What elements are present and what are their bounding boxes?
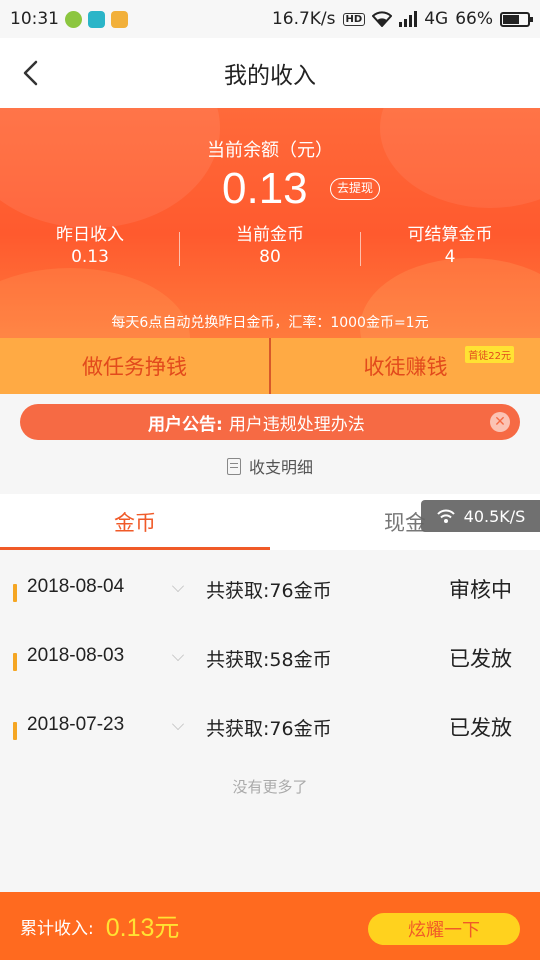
list-item[interactable]: 2018-08-04 共获取:76金币 审核中 (0, 554, 540, 623)
record-amount: 共获取:76金币 (206, 580, 332, 602)
record-marker (13, 722, 17, 740)
announcement-text: 用户违规处理办法 (228, 414, 365, 435)
do-tasks-label: 做任务挣钱 (82, 355, 187, 379)
stat-yesterday-income: 昨日收入 0.13 (0, 220, 180, 267)
record-amount: 共获取:58金币 (206, 649, 332, 671)
battery-fill (503, 14, 519, 24)
record-marker (13, 584, 17, 602)
notification-qr-icon (88, 10, 105, 28)
speed-value: 40.5K/S (463, 506, 526, 526)
record-date: 2018-08-04 (27, 576, 125, 597)
list-item[interactable]: 2018-08-03 共获取:58金币 已发放 (0, 623, 540, 692)
show-off-button[interactable]: 炫耀一下 (368, 913, 520, 945)
back-arrow-icon[interactable] (20, 60, 42, 86)
record-amount: 共获取:76金币 (206, 718, 332, 740)
stat-label: 当前金币 (236, 225, 304, 245)
record-marker (13, 653, 17, 671)
tab-coins[interactable]: 金币 (0, 494, 270, 550)
notification-app-icon (65, 10, 82, 28)
hd-icon: HD (342, 12, 366, 26)
status-left: 10:31 (10, 9, 128, 29)
no-more-text: 没有更多了 (232, 778, 308, 796)
record-status: 审核中 (449, 578, 512, 602)
signal-icon (399, 11, 418, 27)
wifi-icon (436, 509, 455, 523)
detail-link-label: 收支明细 (248, 458, 313, 477)
title-bar: 我的收入 (0, 38, 540, 108)
record-status: 已发放 (449, 716, 512, 740)
announcement-label: 用户公告: (148, 414, 223, 435)
balance-hero: 当前余额（元） 0.13 去提现 昨日收入 0.13 当前金币 80 可结算金币… (0, 108, 540, 338)
tab-label: 金币 (114, 511, 156, 535)
do-tasks-button[interactable]: 做任务挣钱 (0, 338, 269, 394)
record-date: 2018-08-03 (27, 645, 125, 666)
chevron-down-icon[interactable] (172, 718, 184, 730)
stat-label: 可结算金币 (407, 225, 493, 245)
tab-label: 现金 (384, 511, 426, 535)
tab-underline (0, 547, 270, 550)
stat-current-coins: 当前金币 80 (180, 220, 360, 267)
exchange-note: 每天6点自动兑换昨日金币，汇率：1000金币=1元 (111, 315, 429, 331)
network-type: 4G (424, 9, 449, 29)
income-expense-detail-link[interactable]: 收支明细 (0, 454, 540, 478)
invite-label: 收徒赚钱 (363, 355, 448, 379)
stat-label: 昨日收入 (56, 225, 124, 245)
chevron-down-icon[interactable] (172, 580, 184, 592)
stat-divider (360, 232, 361, 266)
net-speed: 16.7K/s (271, 9, 336, 29)
balance-value: 0.13 (222, 164, 308, 213)
page-title: 我的收入 (224, 63, 316, 89)
action-bar: 做任务挣钱 收徒赚钱 首徒22元 (0, 338, 540, 394)
coin-records-list: 2018-08-04 共获取:76金币 审核中 2018-08-03 共获取:5… (0, 554, 540, 761)
invite-badge: 首徒22元 (465, 346, 514, 363)
status-time: 10:31 (10, 9, 59, 29)
stat-value: 4 (444, 247, 456, 267)
document-icon (226, 457, 241, 475)
record-status: 已发放 (449, 647, 512, 671)
stat-divider (179, 232, 180, 266)
chevron-down-icon[interactable] (172, 649, 184, 661)
wifi-icon (372, 11, 393, 27)
battery-percent: 66% (455, 9, 493, 29)
stat-value: 80 (259, 247, 281, 267)
hero-decoration (0, 108, 220, 228)
battery-icon (500, 11, 533, 27)
stats-row: 昨日收入 0.13 当前金币 80 可结算金币 4 (0, 220, 540, 267)
announcement-bar[interactable]: 用户公告: 用户违规处理办法 ✕ (20, 404, 520, 440)
status-bar: 10:31 16.7K/s HD 4G 66% (0, 0, 540, 38)
balance-label: 当前余额（元） (207, 140, 333, 161)
invite-button[interactable]: 收徒赚钱 首徒22元 (271, 338, 540, 394)
notification-coin-icon (111, 10, 128, 28)
total-income-value: 0.13元 (105, 914, 180, 942)
footer-bar: 累计收入: 0.13元 炫耀一下 (0, 892, 540, 960)
total-income-label: 累计收入: (20, 918, 94, 939)
network-speed-overlay: 40.5K/S (421, 500, 540, 532)
status-right: 16.7K/s HD 4G 66% (271, 9, 533, 29)
withdraw-button[interactable]: 去提现 (330, 178, 381, 200)
list-item[interactable]: 2018-07-23 共获取:76金币 已发放 (0, 692, 540, 761)
stat-value: 0.13 (71, 247, 109, 267)
stat-settleable-coins: 可结算金币 4 (360, 220, 540, 267)
record-date: 2018-07-23 (27, 714, 125, 735)
close-icon[interactable]: ✕ (490, 412, 510, 432)
